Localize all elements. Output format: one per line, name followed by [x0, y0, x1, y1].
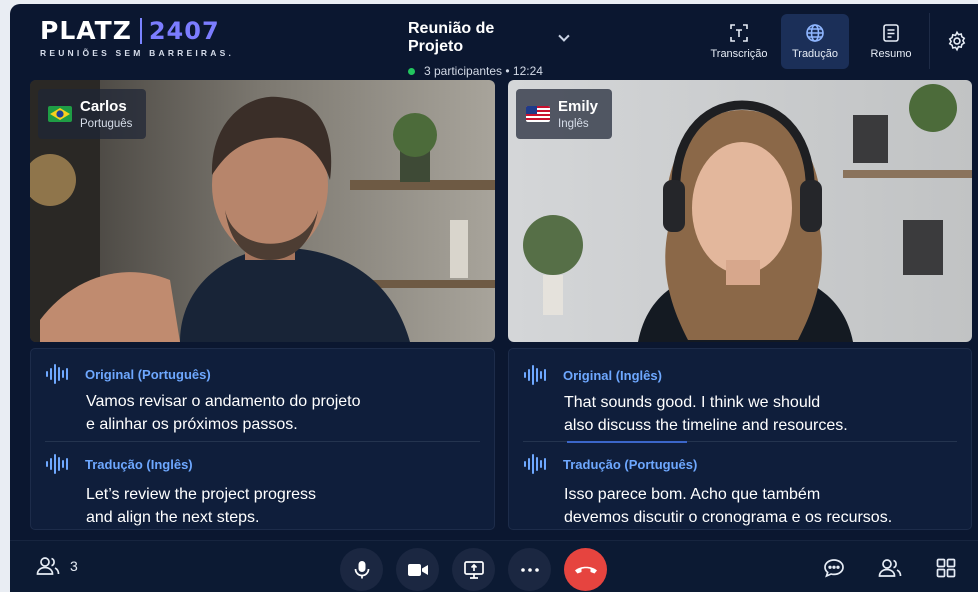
meeting-app: PLATZ 2407 REUNIÕES SEM BARREIRAS. Reuni… [10, 4, 978, 592]
summary-icon [883, 23, 899, 42]
layout-grid-button[interactable] [924, 553, 968, 583]
end-call-button[interactable] [564, 548, 607, 591]
brand-separator [139, 17, 142, 44]
video-camera-icon [407, 563, 428, 576]
video-tile-emily[interactable]: Emily Inglês [508, 80, 972, 342]
caption-line: and align the next steps. [86, 509, 260, 526]
caption-divider [45, 441, 480, 442]
participants-icon [36, 557, 60, 575]
participant-name-tag: Emily Inglês [516, 89, 613, 139]
share-screen-button[interactable] [452, 548, 495, 591]
original-label: Original (Português) [85, 366, 211, 382]
control-bar: 3 [10, 540, 978, 592]
microphone-button[interactable] [340, 548, 383, 591]
chat-button[interactable] [812, 553, 856, 583]
caption-line: devemos discutir o cronograma e os recur… [564, 509, 893, 526]
brand-name: PLATZ [40, 16, 132, 45]
participants-counter[interactable]: 3 [36, 556, 78, 576]
tab-transcription[interactable]: Transcrição [705, 14, 773, 69]
caption-line: Isso parece bom. Acho que também [564, 486, 821, 503]
tab-translation[interactable]: Tradução [781, 13, 849, 69]
screen-share-icon [463, 560, 484, 579]
tab-summary[interactable]: Resumo [857, 14, 925, 69]
audio-wave-icon [524, 454, 546, 474]
top-bar: PLATZ 2407 REUNIÕES SEM BARREIRAS. Reuni… [10, 4, 978, 78]
meeting-status: 3 participantes • 12:24 [424, 64, 543, 78]
participant-language: Português [80, 118, 133, 130]
tool-tabs: Transcrição Tradução Resumo [705, 13, 978, 69]
participant-count: 3 [70, 558, 78, 574]
caption-line: Vamos revisar o andamento do projeto [86, 393, 361, 410]
brand-tagline: REUNIÕES SEM BARREIRAS. [40, 48, 235, 58]
more-options-button[interactable] [508, 548, 551, 591]
call-controls [340, 548, 607, 591]
caption-panel-emily: Original (Inglês) That sounds good. I th… [508, 348, 972, 530]
caption-panel-carlos: Original (Português) Vamos revisar o and… [30, 348, 495, 530]
participant-name: Emily [558, 98, 599, 115]
brand-number: 2407 [148, 16, 220, 45]
caption-line: e alinhar os próximos passos. [86, 416, 298, 433]
caption-line: also discuss the timeline and resources. [564, 417, 848, 434]
hang-up-icon [574, 566, 597, 573]
chevron-down-icon[interactable] [558, 30, 570, 42]
participant-language: Inglês [558, 118, 589, 130]
meeting-info[interactable]: Reunião de Projeto 3 participantes • 12:… [408, 20, 570, 78]
participant-name-tag: Carlos Português [38, 89, 147, 139]
audio-wave-icon [46, 364, 68, 384]
original-text: Vamos revisar o andamento do projeto e a… [86, 390, 480, 436]
caption-progress-highlight [567, 440, 687, 443]
tab-label: Tradução [791, 47, 839, 60]
more-dots-icon [520, 567, 539, 572]
tab-label: Resumo [870, 47, 912, 60]
chat-icon [824, 559, 844, 578]
meeting-title: Reunião de Projeto [408, 20, 495, 55]
audio-wave-icon [46, 454, 68, 474]
brazil-flag [48, 106, 72, 122]
settings-button[interactable] [936, 30, 978, 52]
live-status-dot [408, 67, 415, 75]
translation-text: Let’s review the project progress and al… [86, 483, 480, 529]
video-tile-carlos[interactable]: Carlos Português [30, 80, 495, 342]
grid-icon [936, 558, 956, 578]
side-controls [800, 553, 968, 583]
brand-logo: PLATZ 2407 REUNIÕES SEM BARREIRAS. [40, 16, 234, 58]
translation-label: Tradução (Inglês) [85, 456, 193, 472]
globe-icon [806, 23, 824, 42]
people-button[interactable] [868, 553, 912, 583]
caption-line: Let’s review the project progress [86, 486, 317, 503]
caption-line: That sounds good. I think we should [564, 394, 821, 411]
translation-text: Isso parece bom. Acho que também devemos… [564, 483, 957, 529]
microphone-icon [354, 560, 369, 578]
gear-icon [948, 30, 966, 52]
participant-name: Carlos [80, 98, 127, 115]
transcription-icon [730, 23, 748, 42]
audio-wave-icon [524, 365, 546, 385]
tab-label: Transcrição [710, 47, 768, 60]
usa-flag [526, 106, 550, 122]
people-icon [878, 559, 902, 577]
original-text: That sounds good. I think we should also… [564, 391, 957, 437]
caption-divider [523, 440, 957, 443]
camera-button[interactable] [396, 548, 439, 591]
original-label: Original (Inglês) [563, 367, 662, 383]
translation-label: Tradução (Português) [563, 456, 698, 472]
